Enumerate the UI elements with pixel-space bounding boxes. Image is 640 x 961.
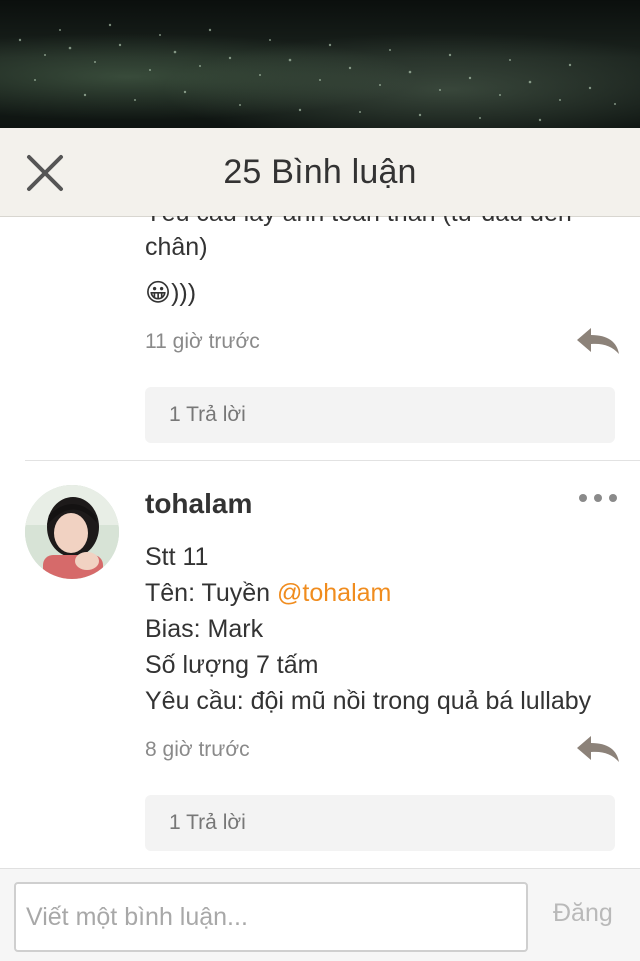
close-icon — [27, 155, 63, 191]
reply-arrow-icon[interactable] — [575, 734, 621, 764]
comment-list[interactable]: Yêu cầu lấy ảnh toàn thân (từ đầu đến ch… — [0, 216, 640, 868]
comments-header: 25 Bình luận — [0, 128, 640, 217]
grinning-emoji: 😀 — [145, 279, 172, 307]
view-replies-button[interactable]: 1 Trả lời — [145, 795, 615, 851]
comment-text-line: chân) — [145, 233, 208, 261]
comment-text-suffix: ))) — [171, 279, 197, 307]
user-avatar-image — [25, 485, 119, 579]
comment-text-line: Số lượng 7 tấm — [145, 651, 319, 679]
comment-text-line: Yêu cầu lấy ảnh toàn thân (từ đầu đến — [145, 216, 572, 228]
comment-text-line: Stt 11 — [145, 543, 209, 571]
background-photo — [0, 0, 640, 128]
close-button[interactable] — [22, 150, 68, 196]
comment-divider — [25, 460, 640, 461]
comment-text-line: Tên: Tuyền @tohalam — [145, 578, 391, 608]
comment-text-prefix: Tên: Tuyền — [145, 579, 278, 607]
concert-lights-image — [18, 23, 616, 122]
comment-username[interactable]: tohalam — [145, 488, 252, 520]
view-replies-button[interactable]: 1 Trả lời — [145, 387, 615, 443]
comment-timestamp: 11 giờ trước — [145, 330, 260, 353]
comment-text-line: 😀))) — [145, 278, 196, 308]
comment-text-line: Bias: Mark — [145, 615, 264, 643]
comment-input[interactable] — [14, 882, 528, 952]
avatar[interactable] — [25, 485, 119, 579]
comment-timestamp: 8 giờ trước — [145, 738, 250, 761]
more-dots-icon[interactable] — [578, 491, 618, 505]
post-button[interactable]: Đăng — [553, 899, 613, 928]
reply-arrow-icon[interactable] — [575, 326, 621, 356]
page-title: 25 Bình luận — [223, 152, 417, 191]
comment-composer: Đăng — [0, 868, 640, 961]
comment-text-line: Yêu cầu: đội mũ nồi trong quả bá lullaby — [145, 687, 592, 715]
mention-link[interactable]: @tohalam — [277, 579, 391, 607]
